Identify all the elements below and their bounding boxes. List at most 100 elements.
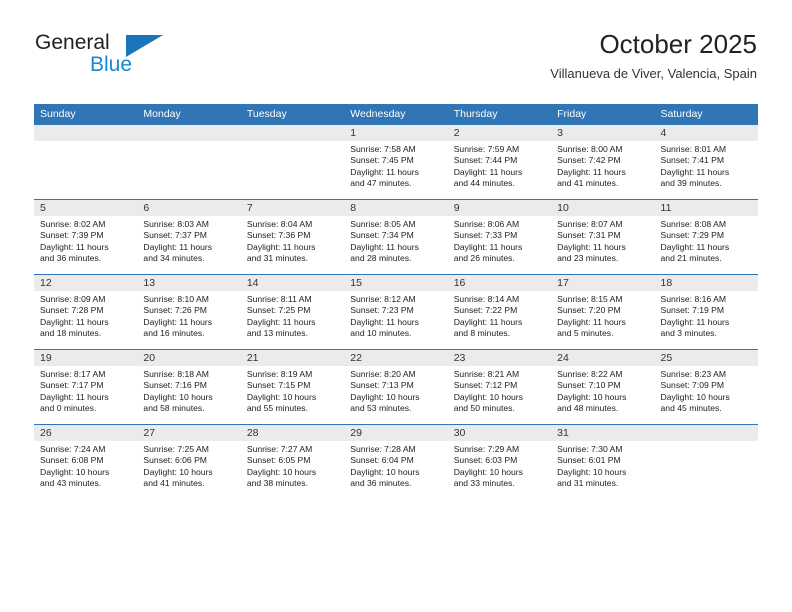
sunrise-text: Sunrise: 8:18 AM bbox=[143, 369, 209, 379]
day-number: 25 bbox=[654, 350, 758, 366]
generalblue-logo[interactable]: General Blue bbox=[35, 31, 215, 81]
calendar-day-cell[interactable]: 21 Sunrise: 8:19 AM Sunset: 7:15 PM Dayligh… bbox=[240, 349, 345, 425]
sunset-text: Sunset: 6:08 PM bbox=[40, 455, 104, 466]
day-number: 13 bbox=[137, 275, 241, 291]
day-details: Sunrise: 7:25 AM Sunset: 6:06 PM Daylight:… bbox=[137, 441, 240, 490]
daylight-text-line1: Daylight: 10 hours bbox=[143, 466, 213, 477]
day-number: 15 bbox=[344, 275, 448, 291]
day-number: 9 bbox=[447, 200, 552, 216]
calendar-day-cell[interactable]: 29 Sunrise: 7:28 AM Sunset: 6:04 PM Dayligh… bbox=[344, 424, 448, 499]
day-number: 2 bbox=[447, 125, 552, 141]
daylight-text-line1: Daylight: 11 hours bbox=[453, 166, 523, 177]
calendar-day-cell[interactable]: 27 Sunrise: 7:25 AM Sunset: 6:06 PM Dayligh… bbox=[137, 424, 241, 499]
calendar-day-cell[interactable]: 1 Sunrise: 7:58 AM Sunset: 7:45 PM Daylight… bbox=[344, 124, 448, 200]
sunrise-text: Sunrise: 8:06 AM bbox=[453, 219, 520, 229]
calendar-week-row: 1 Sunrise: 7:58 AM Sunset: 7:45 PM Daylight… bbox=[34, 124, 758, 200]
calendar-day-cell[interactable]: 30 Sunrise: 7:29 AM Sunset: 6:03 PM Dayligh… bbox=[447, 424, 552, 499]
sunrise-text: Sunrise: 8:04 AM bbox=[246, 219, 313, 229]
daylight-text-line1: Daylight: 11 hours bbox=[40, 241, 109, 252]
title-block: October 2025 Villanueva de Viver, Valenc… bbox=[550, 28, 757, 82]
sunset-text: Sunset: 7:25 PM bbox=[246, 305, 311, 316]
calendar-day-cell[interactable]: 25 Sunrise: 8:23 AM Sunset: 7:09 PM Dayligh… bbox=[654, 349, 758, 425]
day-details: Sunrise: 8:03 AM Sunset: 7:37 PM Daylight:… bbox=[137, 216, 240, 265]
sunrise-text: Sunrise: 8:17 AM bbox=[40, 369, 106, 379]
day-number: 14 bbox=[240, 275, 345, 291]
calendar-day-cell[interactable]: 11 Sunrise: 8:08 AM Sunset: 7:29 PM Dayligh… bbox=[654, 199, 758, 275]
calendar-day-cell[interactable]: 8 Sunrise: 8:05 AM Sunset: 7:34 PM Daylight… bbox=[344, 199, 448, 275]
calendar-day-cell[interactable]: 10 Sunrise: 8:07 AM Sunset: 7:31 PM Dayligh… bbox=[551, 199, 655, 275]
daylight-text-line1: Daylight: 11 hours bbox=[453, 241, 523, 252]
daylight-text-line2: and 38 minutes. bbox=[246, 478, 308, 489]
sunset-text: Sunset: 6:06 PM bbox=[143, 455, 207, 466]
daylight-text-line1: Daylight: 10 hours bbox=[453, 466, 523, 477]
calendar-day-cell[interactable]: 24 Sunrise: 8:22 AM Sunset: 7:10 PM Dayligh… bbox=[551, 349, 655, 425]
daylight-text-line2: and 47 minutes. bbox=[350, 178, 412, 189]
sunset-text: Sunset: 7:33 PM bbox=[453, 230, 518, 241]
day-number: 17 bbox=[551, 275, 655, 291]
calendar-day-cell[interactable]: 31 Sunrise: 7:30 AM Sunset: 6:01 PM Dayligh… bbox=[551, 424, 655, 499]
day-number: 8 bbox=[344, 200, 448, 216]
day-details: Sunrise: 8:08 AM Sunset: 7:29 PM Daylight:… bbox=[655, 216, 758, 265]
calendar-day-cell[interactable]: 15 Sunrise: 8:12 AM Sunset: 7:23 PM Dayligh… bbox=[344, 274, 448, 350]
calendar-day-cell[interactable]: 12 Sunrise: 8:09 AM Sunset: 7:28 PM Dayligh… bbox=[34, 274, 138, 350]
daylight-text-line2: and 5 minutes. bbox=[557, 328, 614, 339]
sunrise-text: Sunrise: 8:00 AM bbox=[557, 144, 623, 154]
day-details: Sunrise: 8:21 AM Sunset: 7:12 PM Daylight:… bbox=[448, 366, 551, 415]
calendar-day-cell[interactable]: 23 Sunrise: 8:21 AM Sunset: 7:12 PM Dayligh… bbox=[447, 349, 552, 425]
day-details: Sunrise: 8:10 AM Sunset: 7:26 PM Daylight:… bbox=[137, 291, 240, 340]
calendar-day-cell[interactable]: 14 Sunrise: 8:11 AM Sunset: 7:25 PM Dayligh… bbox=[240, 274, 345, 350]
sunset-text: Sunset: 7:20 PM bbox=[557, 305, 621, 316]
sunset-text: Sunset: 7:41 PM bbox=[660, 155, 725, 166]
weekday-header-cell: Thursday bbox=[447, 104, 552, 125]
day-details: Sunrise: 7:30 AM Sunset: 6:01 PM Daylight:… bbox=[551, 441, 654, 490]
calendar-day-cell[interactable]: 6 Sunrise: 8:03 AM Sunset: 7:37 PM Daylight… bbox=[137, 199, 241, 275]
calendar-header-row: Sunday Monday Tuesday Wednesday Thursday Frid… bbox=[34, 104, 758, 125]
calendar-day-cell[interactable]: 3 Sunrise: 8:00 AM Sunset: 7:42 PM Daylight… bbox=[551, 124, 655, 200]
calendar-day-cell[interactable]: 18 Sunrise: 8:16 AM Sunset: 7:19 PM Dayligh… bbox=[654, 274, 758, 350]
sunrise-text: Sunrise: 7:29 AM bbox=[453, 444, 520, 454]
calendar-day-cell[interactable]: 28 Sunrise: 7:27 AM Sunset: 6:05 PM Dayligh… bbox=[240, 424, 345, 499]
daylight-text-line1: Daylight: 11 hours bbox=[557, 166, 626, 177]
day-number: 23 bbox=[447, 350, 552, 366]
calendar-day-cell[interactable]: 17 Sunrise: 8:15 AM Sunset: 7:20 PM Dayligh… bbox=[551, 274, 655, 350]
daylight-text-line2: and 31 minutes. bbox=[557, 478, 619, 489]
day-details: Sunrise: 8:04 AM Sunset: 7:36 PM Daylight:… bbox=[241, 216, 344, 265]
day-number: 22 bbox=[344, 350, 448, 366]
daylight-text-line1: Daylight: 11 hours bbox=[40, 316, 109, 327]
calendar-day-cell[interactable]: 9 Sunrise: 8:06 AM Sunset: 7:33 PM Daylight… bbox=[447, 199, 552, 275]
calendar-day-cell[interactable]: 5 Sunrise: 8:02 AM Sunset: 7:39 PM Daylight… bbox=[34, 199, 138, 275]
calendar-day-cell[interactable]: 4 Sunrise: 8:01 AM Sunset: 7:41 PM Daylight… bbox=[654, 124, 758, 200]
calendar-day-cell[interactable] bbox=[34, 124, 138, 200]
day-details: Sunrise: 7:58 AM Sunset: 7:45 PM Daylight:… bbox=[344, 141, 447, 190]
calendar-day-cell[interactable] bbox=[240, 124, 345, 200]
daylight-text-line2: and 8 minutes. bbox=[453, 328, 511, 339]
sunrise-text: Sunrise: 8:19 AM bbox=[246, 369, 313, 379]
day-number: 29 bbox=[344, 425, 448, 441]
calendar-day-cell[interactable] bbox=[137, 124, 241, 200]
logo-text-general: General bbox=[35, 31, 110, 54]
calendar-day-cell[interactable]: 13 Sunrise: 8:10 AM Sunset: 7:26 PM Dayligh… bbox=[137, 274, 241, 350]
calendar-day-cell[interactable]: 22 Sunrise: 8:20 AM Sunset: 7:13 PM Dayligh… bbox=[344, 349, 448, 425]
calendar-day-cell[interactable]: 7 Sunrise: 8:04 AM Sunset: 7:36 PM Daylight… bbox=[240, 199, 345, 275]
daylight-text-line2: and 16 minutes. bbox=[143, 328, 205, 339]
daylight-text-line2: and 13 minutes. bbox=[246, 328, 308, 339]
day-details: Sunrise: 8:00 AM Sunset: 7:42 PM Daylight:… bbox=[551, 141, 654, 190]
calendar-day-cell[interactable]: 2 Sunrise: 7:59 AM Sunset: 7:44 PM Daylight… bbox=[447, 124, 552, 200]
sunrise-text: Sunrise: 8:10 AM bbox=[143, 294, 209, 304]
calendar-body: 1 Sunrise: 7:58 AM Sunset: 7:45 PM Daylight… bbox=[34, 124, 758, 499]
sunset-text: Sunset: 6:03 PM bbox=[453, 455, 518, 466]
sunrise-text: Sunrise: 8:02 AM bbox=[40, 219, 106, 229]
page-subtitle: Villanueva de Viver, Valencia, Spain bbox=[550, 66, 757, 81]
calendar-day-cell[interactable]: 26 Sunrise: 7:24 AM Sunset: 6:08 PM Dayligh… bbox=[34, 424, 138, 499]
daylight-text-line2: and 26 minutes. bbox=[453, 253, 515, 264]
day-number: 30 bbox=[447, 425, 552, 441]
calendar-day-cell[interactable]: 16 Sunrise: 8:14 AM Sunset: 7:22 PM Dayligh… bbox=[447, 274, 552, 350]
daylight-text-line1: Daylight: 11 hours bbox=[660, 241, 730, 252]
sunrise-text: Sunrise: 7:28 AM bbox=[350, 444, 416, 454]
daylight-text-line2: and 44 minutes. bbox=[453, 178, 515, 189]
calendar-day-cell[interactable]: 20 Sunrise: 8:18 AM Sunset: 7:16 PM Dayligh… bbox=[137, 349, 241, 425]
sunset-text: Sunset: 7:31 PM bbox=[557, 230, 621, 241]
calendar-day-cell[interactable] bbox=[654, 424, 758, 499]
calendar-day-cell[interactable]: 19 Sunrise: 8:17 AM Sunset: 7:17 PM Dayligh… bbox=[34, 349, 138, 425]
daylight-text-line1: Daylight: 10 hours bbox=[557, 466, 627, 477]
